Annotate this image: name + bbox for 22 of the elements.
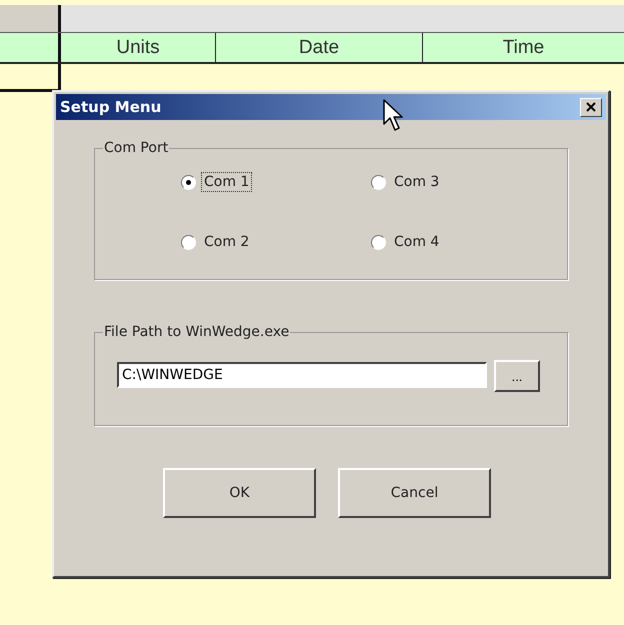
radio-button[interactable] xyxy=(181,175,196,190)
radio-button[interactable] xyxy=(371,235,386,250)
radio-label[interactable]: Com 4 xyxy=(391,232,442,252)
close-icon xyxy=(586,102,596,112)
column-header: Time xyxy=(502,36,546,60)
radio-label[interactable]: Com 3 xyxy=(391,172,442,192)
group-label: Com Port xyxy=(103,140,170,156)
dialog-button[interactable]: OK xyxy=(163,468,316,518)
window-title: Setup Menu xyxy=(59,98,162,116)
path-field[interactable]: C:\WINWEDGE xyxy=(117,362,487,388)
browse-button[interactable]: ... xyxy=(494,360,540,392)
radio-label[interactable]: Com 2 xyxy=(201,232,252,252)
column-header: Date xyxy=(216,33,423,62)
radio-button[interactable] xyxy=(181,235,196,250)
row-header-cell xyxy=(0,5,61,32)
column-header: Units xyxy=(61,33,216,62)
radio-label[interactable]: Com 1 xyxy=(201,172,252,192)
group-label: File Path to WinWedge.exe xyxy=(103,324,290,340)
radio-button[interactable] xyxy=(371,175,386,190)
dialog-button[interactable]: Cancel xyxy=(338,468,491,518)
close-button[interactable] xyxy=(580,98,602,116)
mouse-pointer-icon xyxy=(383,99,405,133)
